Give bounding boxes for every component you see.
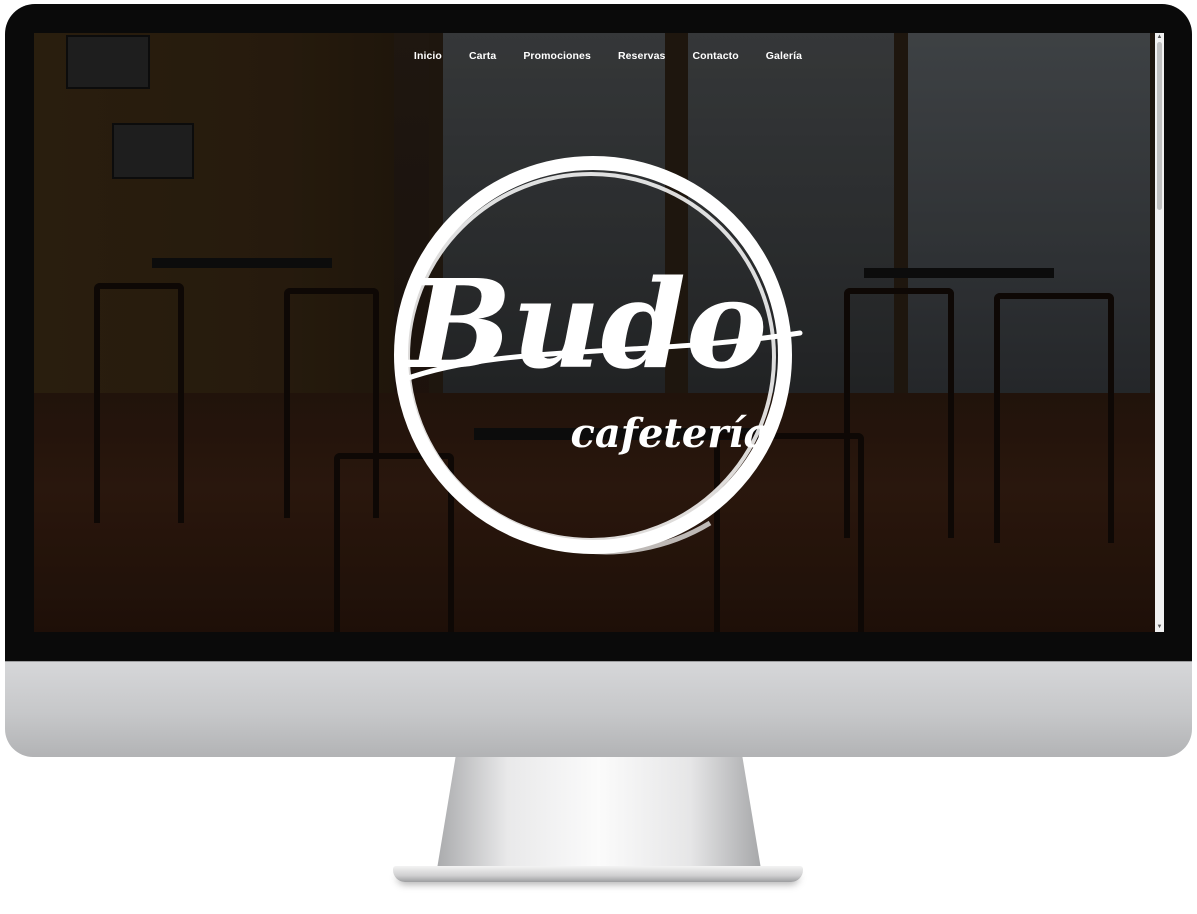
nav-link-inicio[interactable]: Inicio xyxy=(414,50,442,62)
main-nav: Inicio Carta Promociones Reservas Contac… xyxy=(34,50,1164,62)
logo-title: Budo xyxy=(406,252,768,396)
budo-cafeteria-logo: Budo cafetería xyxy=(394,156,803,555)
scroll-up-arrow-icon[interactable]: ▲ xyxy=(1155,33,1164,42)
nav-link-carta[interactable]: Carta xyxy=(469,50,496,62)
nav-link-reservas[interactable]: Reservas xyxy=(618,50,666,62)
mockup-stage: Inicio Carta Promociones Reservas Contac… xyxy=(0,0,1197,914)
monitor-stand xyxy=(436,757,762,875)
scrollbar-thumb[interactable] xyxy=(1157,42,1162,210)
nav-link-galeria[interactable]: Galería xyxy=(766,50,802,62)
scroll-down-arrow-icon[interactable]: ▼ xyxy=(1155,623,1164,632)
monitor-base xyxy=(393,866,803,882)
nav-link-contacto[interactable]: Contacto xyxy=(692,50,738,62)
monitor-chin xyxy=(5,661,1192,757)
website-screen: Inicio Carta Promociones Reservas Contac… xyxy=(34,33,1164,632)
logo-subtitle: cafetería xyxy=(570,410,769,457)
nav-link-promociones[interactable]: Promociones xyxy=(523,50,591,62)
